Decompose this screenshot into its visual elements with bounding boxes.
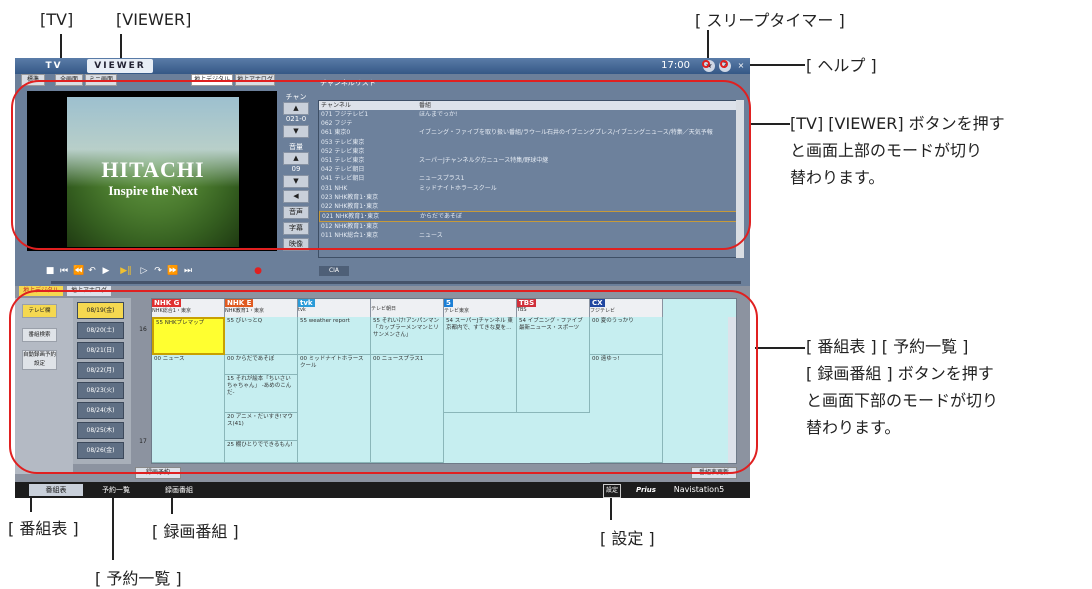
highlight-lower bbox=[9, 290, 758, 474]
cia-button[interactable]: CIA bbox=[319, 266, 349, 276]
title-bar: TV VIEWER 17:00 ★ ? × bbox=[15, 58, 750, 74]
status-bar: 番組表 予約一覧 録画番組 設定 Prius Navistation5 bbox=[15, 482, 750, 498]
tab-tv[interactable]: TV bbox=[25, 59, 83, 73]
leader-line bbox=[750, 123, 790, 125]
annotation-lower-description: [ 番組表 ] [ 予約一覧 ] [ 録画番組 ] ボタンを押す と画面下部のモ… bbox=[806, 337, 999, 437]
tab-viewer[interactable]: VIEWER bbox=[87, 59, 153, 73]
annotation-viewer-label: [VIEWER] bbox=[116, 10, 192, 29]
tab-reservation-list[interactable]: 予約一覧 bbox=[87, 484, 145, 496]
leader-line bbox=[120, 34, 122, 60]
slow-icon[interactable]: ▷ bbox=[139, 265, 149, 277]
record-icon[interactable]: ● bbox=[253, 265, 263, 277]
close-button[interactable]: × bbox=[735, 60, 747, 72]
annotation-settings: [ 設定 ] bbox=[600, 529, 655, 548]
brand-navistation: Navistation5 bbox=[673, 485, 725, 494]
annotation-tv-label: [TV] bbox=[40, 10, 74, 29]
rewind-icon[interactable]: ⏪ bbox=[73, 265, 84, 277]
clock: 17:00 bbox=[661, 60, 690, 71]
stop-icon[interactable]: ■ bbox=[45, 265, 55, 277]
brand-prius: Prius bbox=[636, 486, 656, 494]
skip-icon[interactable]: ↷ bbox=[153, 265, 163, 277]
leader-line bbox=[171, 498, 173, 514]
annotation-yoyaku: [ 予約一覧 ] bbox=[95, 569, 182, 588]
settings-button[interactable]: 設定 bbox=[603, 484, 621, 498]
highlight-upper bbox=[11, 80, 751, 250]
leader-line bbox=[112, 498, 114, 560]
play-icon[interactable]: ▶ bbox=[101, 265, 111, 277]
highlight-help bbox=[720, 60, 728, 68]
highlight-sleep bbox=[702, 60, 710, 68]
annotation-sleep-timer: [ スリープタイマー ] bbox=[695, 11, 845, 30]
leader-line bbox=[610, 498, 612, 520]
leader-line bbox=[30, 498, 32, 512]
annotation-help: [ ヘルプ ] bbox=[806, 56, 877, 75]
skip-back-icon[interactable]: ⏮ bbox=[59, 265, 69, 277]
play-pause-icon[interactable]: ▶‖ bbox=[119, 265, 133, 277]
leader-line bbox=[755, 347, 805, 349]
fast-forward-icon[interactable]: ⏩ bbox=[167, 265, 178, 277]
leader-line bbox=[60, 34, 62, 60]
tab-program-guide[interactable]: 番組表 bbox=[29, 484, 83, 496]
replay-icon[interactable]: ↶ bbox=[87, 265, 97, 277]
annotation-upper-description: [TV] [VIEWER] ボタンを押す と画面上部のモードが切り 替わります。 bbox=[790, 114, 1005, 187]
skip-forward-icon[interactable]: ⏭ bbox=[183, 265, 193, 277]
tab-recorded-programs[interactable]: 録画番組 bbox=[149, 484, 209, 496]
annotation-rokuga: [ 録画番組 ] bbox=[152, 522, 239, 541]
leader-line bbox=[707, 30, 709, 58]
seek-bar[interactable] bbox=[51, 281, 741, 284]
annotation-bangumi: [ 番組表 ] bbox=[8, 519, 79, 538]
